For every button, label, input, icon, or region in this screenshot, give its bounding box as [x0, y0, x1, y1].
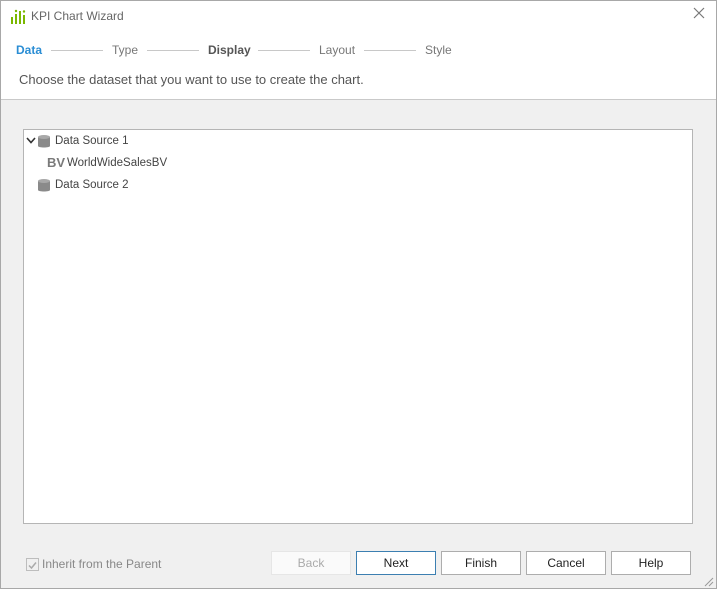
wizard-window: KPI Chart Wizard Data Type Display Layou…: [0, 0, 717, 589]
step-style[interactable]: Style: [425, 42, 452, 58]
finish-button[interactable]: Finish: [441, 551, 521, 575]
title-bar: KPI Chart Wizard: [1, 1, 716, 32]
wizard-steps: Data Type Display Layout Style: [1, 42, 716, 58]
next-button[interactable]: Next: [356, 551, 436, 575]
database-icon: [37, 178, 51, 199]
help-button[interactable]: Help: [611, 551, 691, 575]
business-view-icon: BV: [47, 155, 66, 170]
step-display[interactable]: Display: [208, 42, 251, 58]
inherit-label: Inherit from the Parent: [42, 557, 162, 571]
tree-item-worldwidesalesbv[interactable]: BV WorldWideSalesBV: [24, 154, 690, 172]
step-layout[interactable]: Layout: [319, 42, 355, 58]
step-connector: [51, 50, 103, 51]
tree-item-label: Data Source 2: [55, 179, 129, 191]
wizard-header: Data Type Display Layout Style Choose th…: [1, 32, 716, 100]
back-button[interactable]: Back: [271, 551, 351, 575]
step-type[interactable]: Type: [112, 42, 138, 58]
tree-item-label: Data Source 1: [55, 135, 129, 147]
close-button[interactable]: [690, 6, 708, 24]
step-connector: [258, 50, 310, 51]
database-icon: [37, 134, 51, 155]
close-icon: [693, 7, 705, 19]
tree-item-data-source-1[interactable]: Data Source 1: [24, 132, 690, 150]
kpi-chart-icon: [10, 9, 26, 25]
cancel-button[interactable]: Cancel: [526, 551, 606, 575]
checkbox-box[interactable]: [26, 558, 39, 571]
resize-grip-icon[interactable]: [704, 576, 714, 587]
tree-item-label: WorldWideSalesBV: [67, 157, 168, 169]
step-data[interactable]: Data: [16, 42, 42, 58]
wizard-footer: Inherit from the Parent Back Next Finish…: [1, 541, 716, 586]
step-connector: [147, 50, 199, 51]
instruction-text: Choose the dataset that you want to use …: [19, 72, 364, 87]
checkmark-icon: [28, 562, 37, 570]
window-title: KPI Chart Wizard: [31, 9, 124, 23]
tree-item-data-source-2[interactable]: Data Source 2: [24, 176, 690, 194]
step-connector: [364, 50, 416, 51]
dataset-tree[interactable]: Data Source 1 BV WorldWideSalesBV Data S…: [23, 129, 693, 524]
